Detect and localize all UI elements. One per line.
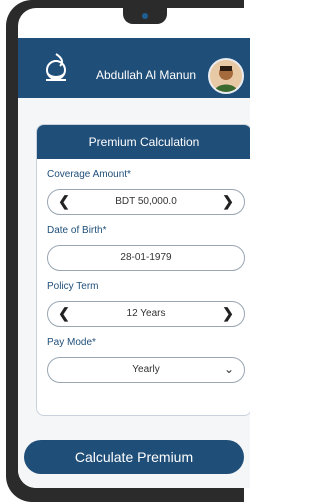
policy-term-label: Policy Term [47, 281, 99, 292]
pay-mode-select[interactable]: Yearly ⌄ [47, 357, 245, 383]
user-avatar[interactable] [208, 58, 244, 94]
camera-icon [142, 13, 148, 19]
device-notch [123, 8, 167, 24]
calculate-premium-button[interactable]: Calculate Premium [24, 440, 244, 474]
pay-mode-value: Yearly [132, 364, 160, 375]
chevron-down-icon: ⌄ [223, 362, 234, 376]
app-header: Abdullah Al Manun [18, 38, 250, 98]
user-name: Abdullah Al Manun [96, 68, 197, 82]
avatar-image [210, 60, 242, 92]
app-logo-icon [46, 53, 66, 81]
policy-term-stepper[interactable]: ❮ 12 Years ❯ [47, 301, 245, 327]
policy-term-value: 12 Years [126, 308, 166, 319]
chevron-right-icon[interactable]: ❯ [218, 190, 238, 212]
date-of-birth-value: 28-01-1979 [120, 252, 172, 263]
card-title: Premium Calculation [37, 125, 250, 159]
date-of-birth-label: Date of Birth* [47, 225, 107, 236]
content-area: Premium Calculation Coverage Amount* ❮ B… [18, 98, 250, 488]
app-screen: Abdullah Al Manun Premium Calculation Co… [18, 8, 250, 488]
pay-mode-label: Pay Mode* [47, 337, 96, 348]
premium-calculation-card: Premium Calculation Coverage Amount* ❮ B… [36, 124, 250, 416]
date-of-birth-field[interactable]: 28-01-1979 [47, 245, 245, 271]
coverage-amount-stepper[interactable]: ❮ BDT 50,000.0 ❯ [47, 189, 245, 215]
device-frame: Abdullah Al Manun Premium Calculation Co… [6, 0, 250, 502]
chevron-right-icon[interactable]: ❯ [218, 302, 238, 324]
coverage-amount-value: BDT 50,000.0 [115, 196, 177, 207]
coverage-amount-label: Coverage Amount* [47, 169, 131, 180]
